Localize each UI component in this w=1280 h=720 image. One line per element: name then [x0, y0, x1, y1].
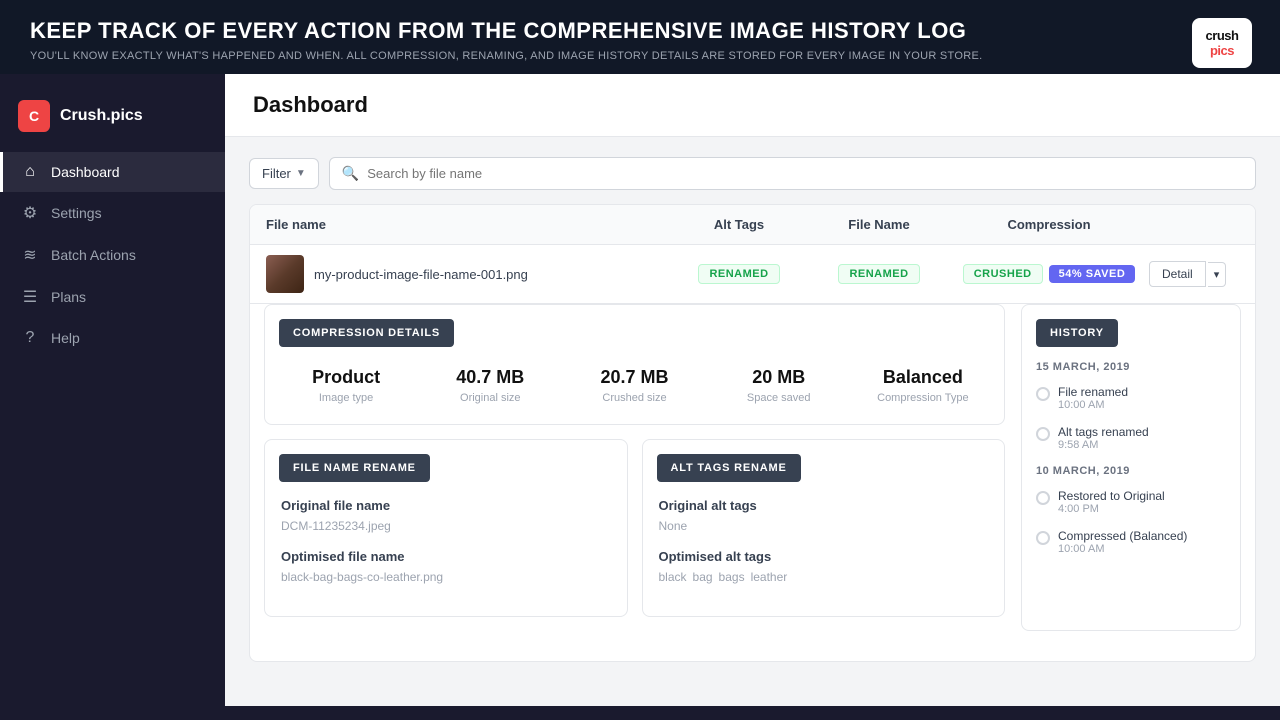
- logo: crush pics: [1192, 18, 1252, 68]
- rename-panels: FILE NAME RENAME Original file name DCM-…: [264, 439, 1005, 631]
- plans-icon: ☰: [21, 287, 39, 307]
- sidebar-item-batch-actions[interactable]: ≋ Batch Actions: [0, 234, 225, 276]
- batch-icon: ≋: [21, 245, 39, 265]
- alt-tags-cell: RENAMED: [669, 264, 809, 284]
- file-table: File name Alt Tags File Name Compression…: [249, 204, 1256, 662]
- saved-badge: 54% SAVED: [1049, 265, 1136, 283]
- search-icon: 🔍: [342, 165, 359, 182]
- brand-icon: C: [18, 100, 50, 132]
- history-dot: [1036, 531, 1050, 545]
- stat-crushed-size: 20.7 MB Crushed size: [567, 367, 701, 404]
- top-banner: KEEP TRACK OF EVERY ACTION FROM THE COMP…: [0, 0, 1280, 74]
- brand-name: Crush.pics: [60, 107, 143, 125]
- history-entry: Alt tags renamed 9:58 AM: [1036, 425, 1226, 451]
- dashboard-body: Filter ▼ 🔍 File name Alt Tags File Name …: [225, 137, 1280, 682]
- sidebar-nav: ⌂ Dashboard ⚙ Settings ≋ Batch Actions ☰…: [0, 152, 225, 358]
- file-name-badge: RENAMED: [838, 264, 919, 284]
- sidebar-item-help[interactable]: ? Help: [0, 318, 225, 358]
- alt-tags-panel: ALT TAGS RENAME Original alt tags None O…: [642, 439, 1006, 617]
- history-content: 15 MARCH, 2019 File renamed 10:00 AM: [1022, 347, 1240, 583]
- file-name-badge-cell: RENAMED: [809, 264, 949, 284]
- filter-button[interactable]: Filter ▼: [249, 158, 319, 189]
- sidebar-item-label: Batch Actions: [51, 247, 136, 263]
- banner-title: KEEP TRACK OF EVERY ACTION FROM THE COMP…: [30, 18, 1250, 44]
- filter-bar: Filter ▼ 🔍: [249, 157, 1256, 190]
- stat-compression-type: Balanced Compression Type: [856, 367, 990, 404]
- file-cell: my-product-image-file-name-001.png: [266, 255, 669, 293]
- logo-text-bottom: pics: [1210, 43, 1234, 58]
- compression-cell: CRUSHED 54% SAVED: [949, 264, 1149, 284]
- main-content: Dashboard Filter ▼ 🔍 File name Alt Tags: [225, 74, 1280, 706]
- history-dot: [1036, 387, 1050, 401]
- sidebar-item-label: Dashboard: [51, 164, 120, 180]
- chevron-down-icon: ▼: [296, 168, 306, 179]
- file-rename-header: FILE NAME RENAME: [279, 454, 430, 482]
- dashboard-header: Dashboard: [225, 74, 1280, 137]
- expanded-details: COMPRESSION DETAILS Product Image type 4…: [250, 304, 1255, 661]
- search-input[interactable]: [367, 166, 1243, 181]
- sidebar: C Crush.pics ⌂ Dashboard ⚙ Settings ≋ Ba…: [0, 74, 225, 706]
- compression-panel: COMPRESSION DETAILS Product Image type 4…: [264, 304, 1005, 425]
- sidebar-item-dashboard[interactable]: ⌂ Dashboard: [0, 152, 225, 192]
- sidebar-item-settings[interactable]: ⚙ Settings: [0, 192, 225, 234]
- table-header: File name Alt Tags File Name Compression: [250, 205, 1255, 245]
- col-action: [1149, 217, 1239, 232]
- history-section: HISTORY 15 MARCH, 2019 File renamed 10:0…: [1021, 304, 1241, 631]
- compression-stats: Product Image type 40.7 MB Original size…: [265, 347, 1004, 424]
- stat-space-saved: 20 MB Space saved: [712, 367, 846, 404]
- page-title: Dashboard: [253, 92, 1252, 118]
- sidebar-item-label: Help: [51, 330, 80, 346]
- settings-icon: ⚙: [21, 203, 39, 223]
- banner-subtitle: YOU'LL KNOW EXACTLY WHAT'S HAPPENED AND …: [30, 50, 1250, 62]
- action-cell: Detail ▾: [1149, 261, 1239, 287]
- stat-original-size: 40.7 MB Original size: [423, 367, 557, 404]
- compression-section: COMPRESSION DETAILS Product Image type 4…: [264, 304, 1005, 631]
- history-header: HISTORY: [1036, 319, 1118, 347]
- col-compression: Compression: [949, 217, 1149, 232]
- search-box: 🔍: [329, 157, 1256, 190]
- col-alt-tags: Alt Tags: [669, 217, 809, 232]
- crushed-badge: CRUSHED: [963, 264, 1043, 284]
- history-dot: [1036, 427, 1050, 441]
- history-entry: File renamed 10:00 AM: [1036, 385, 1226, 411]
- compression-panel-header: COMPRESSION DETAILS: [279, 319, 454, 347]
- file-rename-panel: FILE NAME RENAME Original file name DCM-…: [264, 439, 628, 617]
- history-dot: [1036, 491, 1050, 505]
- home-icon: ⌂: [21, 163, 39, 181]
- detail-button[interactable]: Detail: [1149, 261, 1206, 287]
- sidebar-brand: C Crush.pics: [0, 86, 225, 152]
- table-row: my-product-image-file-name-001.png RENAM…: [250, 245, 1255, 304]
- file-thumbnail: [266, 255, 304, 293]
- history-entry: Compressed (Balanced) 10:00 AM: [1036, 529, 1226, 555]
- detail-caret-button[interactable]: ▾: [1208, 262, 1227, 287]
- stat-image-type: Product Image type: [279, 367, 413, 404]
- col-filename: File name: [266, 217, 669, 232]
- sidebar-item-plans[interactable]: ☰ Plans: [0, 276, 225, 318]
- alt-tags-badge: RENAMED: [698, 264, 779, 284]
- col-file-name: File Name: [809, 217, 949, 232]
- logo-text-top: crush: [1206, 28, 1239, 43]
- sidebar-item-label: Plans: [51, 289, 86, 305]
- history-panel: HISTORY 15 MARCH, 2019 File renamed 10:0…: [1021, 304, 1241, 631]
- help-icon: ?: [21, 329, 39, 347]
- sidebar-item-label: Settings: [51, 205, 102, 221]
- alt-tags-header: ALT TAGS RENAME: [657, 454, 801, 482]
- file-name-text: my-product-image-file-name-001.png: [314, 267, 528, 282]
- alt-tags-values: black bag bags leather: [659, 570, 989, 584]
- history-entry: Restored to Original 4:00 PM: [1036, 489, 1226, 515]
